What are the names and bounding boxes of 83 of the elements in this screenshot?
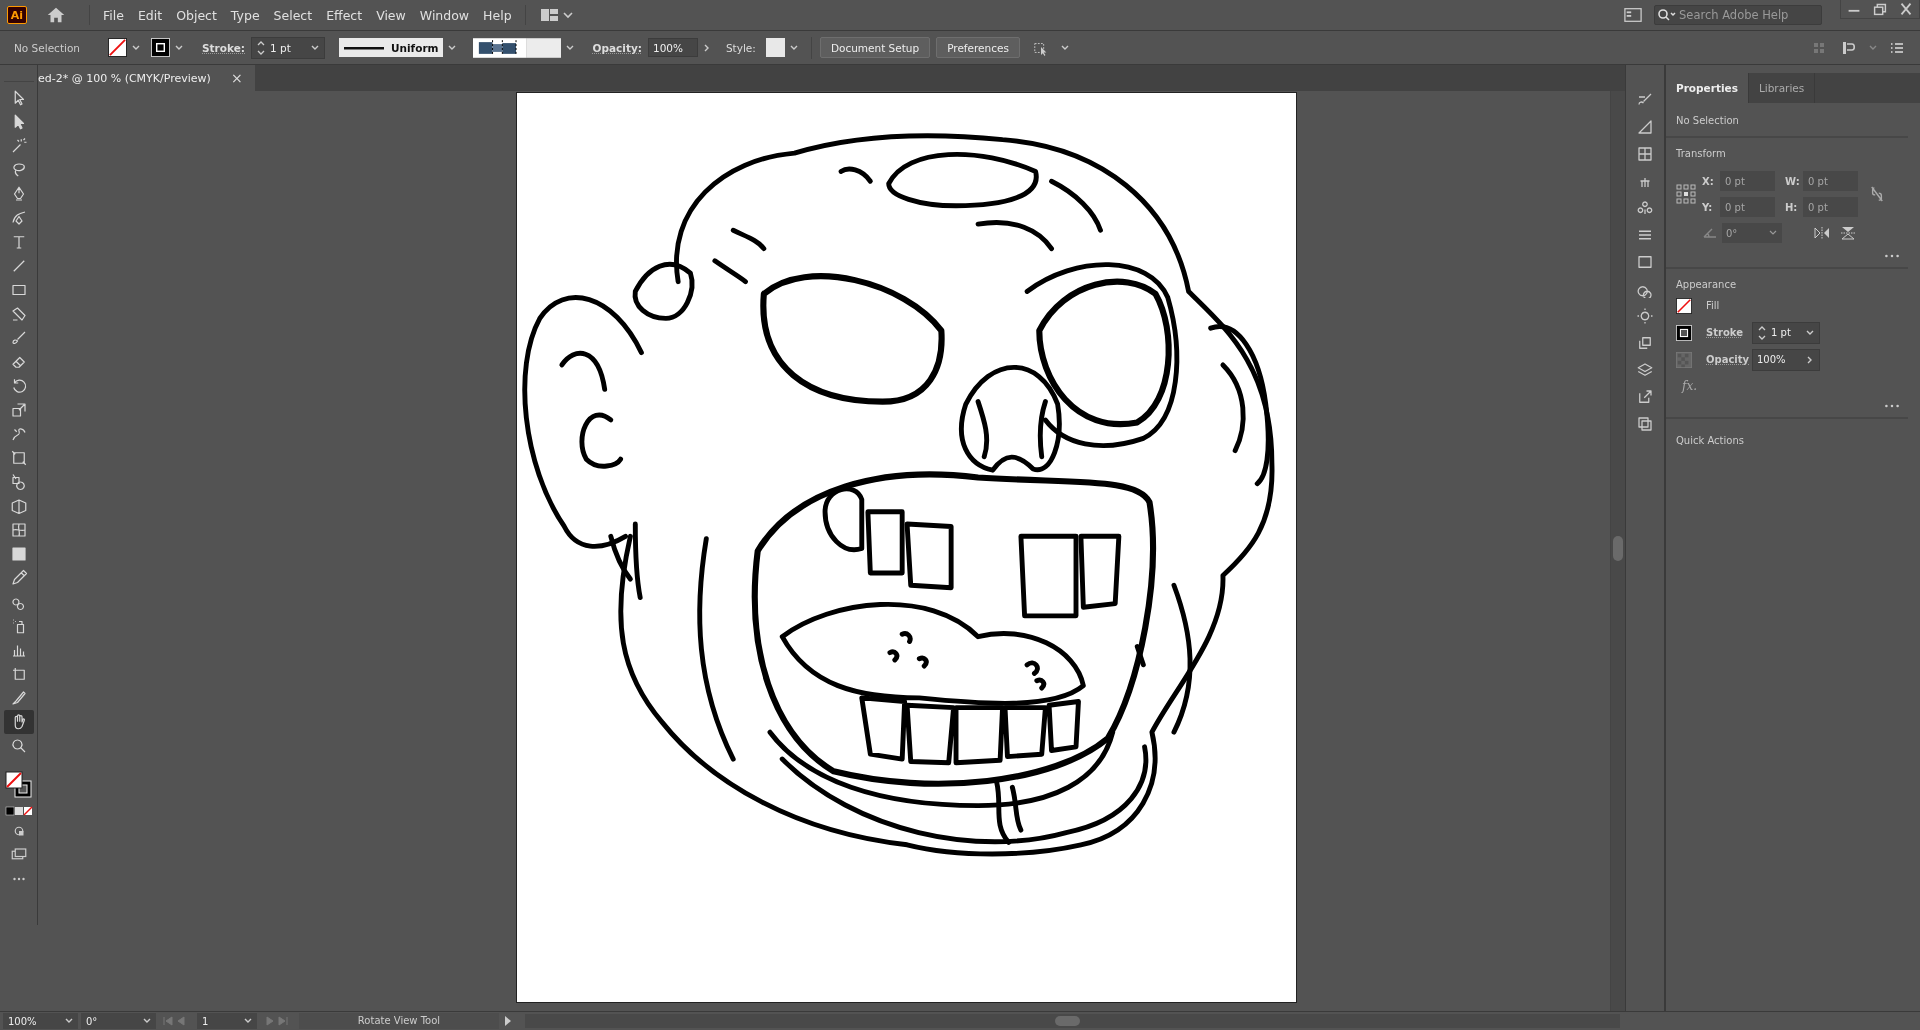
menu-item[interactable]: Select (266, 7, 320, 23)
perspective-icon (9, 497, 28, 515)
panel-toggle-icon[interactable] (1624, 7, 1642, 23)
layers-icon[interactable] (1636, 361, 1654, 379)
stroke-weight-field[interactable]: 1 pt (251, 36, 325, 59)
scale-icon (9, 401, 28, 419)
menu-item[interactable]: Object (169, 7, 224, 23)
style-label: Style: (725, 41, 756, 54)
search-icon (1657, 8, 1677, 22)
reference-point-icon[interactable] (1676, 184, 1696, 204)
transform-icon (9, 449, 28, 467)
brush-preview-icon (472, 37, 561, 58)
current-tool-status: Rotate View Tool (299, 1013, 499, 1029)
graphic-style-swatch[interactable] (765, 38, 785, 57)
field-label: W: (1785, 175, 1799, 187)
horizontal-scrollbar[interactable] (525, 1014, 1620, 1028)
play-icon[interactable] (503, 1015, 513, 1027)
fill-none-swatch-icon[interactable] (108, 38, 127, 57)
effects-button[interactable]: fx. (1682, 379, 1698, 393)
stroke-profile-dropdown[interactable]: Uniform (339, 38, 443, 57)
search-field[interactable]: Search Adobe Help (1654, 5, 1822, 25)
menu-item[interactable]: Type (223, 7, 267, 23)
fill-none-swatch-icon[interactable] (1676, 297, 1692, 314)
flip-horizontal-icon[interactable] (1814, 226, 1830, 240)
mesh-icon (9, 521, 28, 539)
menu-item[interactable]: Effect (319, 7, 370, 23)
appearance-label: Fill (1706, 300, 1721, 311)
appearance-label[interactable]: Opacity (1706, 354, 1752, 365)
control-bar-button[interactable]: Preferences (936, 37, 1020, 58)
link-broken-icon[interactable] (1870, 185, 1884, 203)
app-logo: Ai (7, 6, 27, 24)
panel-tab[interactable]: Properties (1666, 73, 1749, 103)
artboards-icon[interactable] (1636, 415, 1654, 433)
menu-item[interactable]: Window (412, 7, 477, 23)
field-label: H: (1785, 201, 1799, 213)
more-options-icon[interactable] (1884, 253, 1900, 259)
opacity-label: Opacity: (592, 41, 642, 54)
workspace-switcher-icon[interactable] (539, 7, 574, 23)
tool-button[interactable] (3, 710, 34, 734)
section-title: Quick Actions (1676, 435, 1745, 446)
more-options-icon[interactable] (1884, 403, 1900, 409)
selection-status: No Selection (1676, 115, 1740, 126)
control-bar-button[interactable]: Document Setup (819, 37, 931, 58)
opacity-field[interactable]: 100% (647, 38, 698, 57)
stroke-swatch-icon[interactable] (1676, 324, 1692, 341)
field-label: X: (1702, 175, 1715, 187)
color-modes-icon[interactable] (3, 806, 34, 816)
fill-stroke-swatches-icon[interactable] (3, 770, 34, 800)
zoom-dropdown[interactable]: 100% (3, 1013, 78, 1029)
swatches-icon[interactable] (1636, 145, 1654, 163)
stroke-swatch-icon[interactable] (151, 38, 170, 57)
flip-vertical-icon[interactable] (1840, 226, 1856, 240)
vertical-scrollbar[interactable] (1610, 91, 1625, 1011)
brush-icon (9, 329, 28, 347)
stroke-label: Stroke: (202, 41, 245, 54)
menu-item[interactable]: Edit (130, 7, 170, 23)
rotation-dropdown[interactable]: 0° (81, 1013, 156, 1029)
magnifier-icon (9, 737, 28, 755)
section-title: Transform (1676, 148, 1727, 159)
checkerboard-icon[interactable] (1676, 351, 1692, 368)
section-title: Appearance (1676, 279, 1738, 290)
external-link-icon[interactable] (1636, 388, 1654, 406)
appearance-label[interactable]: Stroke (1706, 327, 1752, 338)
shape-builder-icon (9, 473, 28, 491)
brush-definition-dropdown[interactable] (472, 37, 561, 58)
menu-item[interactable]: File (96, 7, 131, 23)
selection-status: No Selection (14, 41, 80, 54)
field-label: Y: (1702, 201, 1714, 213)
artboard-dropdown[interactable]: 1 (197, 1013, 257, 1029)
close-tab-button[interactable]: × (226, 70, 247, 86)
menu-item[interactable]: View (369, 7, 413, 23)
menu-item[interactable]: Help (476, 7, 519, 23)
rotation-dropdown[interactable]: 0° (1722, 223, 1782, 243)
angle-icon (1702, 227, 1718, 239)
eyedropper-icon (9, 569, 28, 587)
sun-icon[interactable] (1636, 307, 1654, 325)
opacity-field[interactable]: 100% (1752, 348, 1820, 371)
symbols-icon[interactable] (1636, 199, 1654, 217)
document-tab[interactable]: ed-2* @ 100 % (CMYK/Preview) × (38, 65, 255, 91)
export-icon[interactable] (1636, 334, 1654, 352)
panel-tab[interactable]: Libraries (1748, 73, 1816, 103)
align-icon[interactable] (1840, 39, 1858, 56)
stroke-weight-field[interactable]: 1 pt (1752, 321, 1820, 344)
